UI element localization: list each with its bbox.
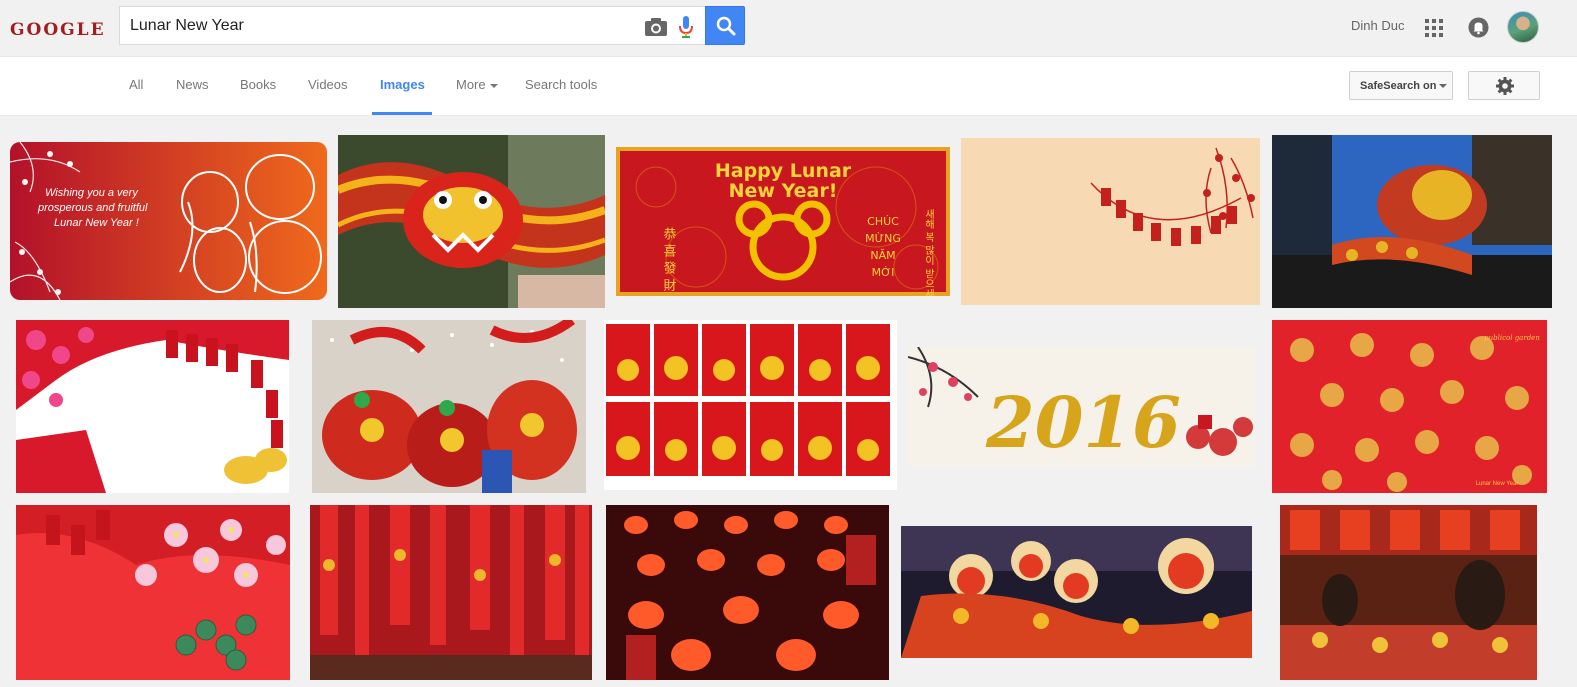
tab-news[interactable]: News: [176, 77, 209, 92]
banner-title-line-1: Happy Lunar: [715, 160, 852, 182]
pattern-brand: publicol garden: [1484, 334, 1540, 342]
user-name[interactable]: Dinh Duc: [1351, 18, 1404, 33]
top-bar: GOOGLE Dinh Duc: [0, 0, 1577, 57]
image-result-firecrackers-frame[interactable]: [16, 320, 289, 493]
banner-title-line-2: New Year!: [729, 180, 838, 202]
banner-korean-text: 새해 복 많이 받으세요: [923, 209, 935, 296]
apps-grid-icon[interactable]: [1425, 19, 1443, 37]
greeting-line-1: Wishing you a very: [45, 187, 139, 199]
search-input[interactable]: [130, 14, 630, 38]
image-result-market-stall[interactable]: [1280, 505, 1537, 680]
image-result-lion-dance-parade[interactable]: [1272, 135, 1552, 308]
tab-videos[interactable]: Videos: [308, 77, 348, 92]
notifications-bell-icon[interactable]: [1468, 17, 1489, 38]
chevron-down-icon: [1439, 84, 1448, 89]
safesearch-label: SafeSearch on: [1360, 80, 1437, 92]
image-result-lion-dancers-confetti[interactable]: [312, 320, 586, 493]
image-result-happy-lunar-new-year-banner[interactable]: Happy Lunar New Year! 恭 喜 發 財 CHÚC MỪNG …: [616, 147, 950, 296]
banner-vietnamese-3: NĂM: [870, 249, 895, 262]
search-box[interactable]: [119, 6, 705, 45]
banner-year-text: 2016: [985, 381, 1181, 464]
tab-search-tools[interactable]: Search tools: [525, 77, 597, 92]
banner-vietnamese-2: MỪNG: [865, 232, 901, 245]
image-result-dragon-dance[interactable]: [338, 135, 605, 308]
banner-chinese-text: 恭 喜 發 財: [661, 227, 677, 292]
tab-all[interactable]: All: [129, 77, 143, 92]
avatar[interactable]: [1507, 11, 1539, 43]
tab-images[interactable]: Images: [380, 77, 425, 92]
search-icon: [716, 16, 736, 36]
banner-vietnamese-1: CHÚC: [867, 215, 899, 228]
google-logo[interactable]: GOOGLE: [10, 20, 106, 40]
image-result-hanging-decorations[interactable]: [310, 505, 592, 680]
image-result-lion-dance-night[interactable]: [901, 526, 1252, 658]
pattern-caption: Lunar New Year: [1476, 481, 1519, 487]
image-result-hanging-tags[interactable]: [961, 138, 1260, 305]
image-result-red-lanterns[interactable]: [606, 505, 889, 680]
greeting-line-2: prosperous and fruitful: [37, 202, 148, 214]
active-tab-indicator: [372, 112, 432, 115]
microphone-icon[interactable]: [678, 15, 694, 39]
chevron-down-icon: [489, 83, 498, 88]
image-result-blossoms-coins[interactable]: [16, 505, 290, 680]
gear-icon: [1496, 77, 1514, 95]
camera-icon[interactable]: [644, 17, 668, 37]
tab-more-label: More: [456, 77, 486, 92]
tab-more[interactable]: More: [456, 77, 498, 92]
search-nav-bar: All News Books Videos Images More Search…: [0, 57, 1577, 116]
image-result-greeting-card[interactable]: Wishing you a very prosperous and fruitf…: [10, 142, 327, 300]
search-button[interactable]: [705, 6, 745, 45]
banner-vietnamese-4: MỚI: [872, 266, 895, 279]
image-result-monkey-pattern[interactable]: publicol garden Lunar New Year: [1272, 320, 1547, 493]
settings-button[interactable]: [1468, 71, 1540, 100]
image-result-2016-banner[interactable]: 2016: [908, 347, 1255, 467]
tab-books[interactable]: Books: [240, 77, 276, 92]
greeting-line-3: Lunar New Year !: [54, 217, 139, 229]
image-result-red-envelopes-collage[interactable]: [604, 320, 897, 490]
safesearch-dropdown[interactable]: SafeSearch on: [1349, 71, 1453, 100]
